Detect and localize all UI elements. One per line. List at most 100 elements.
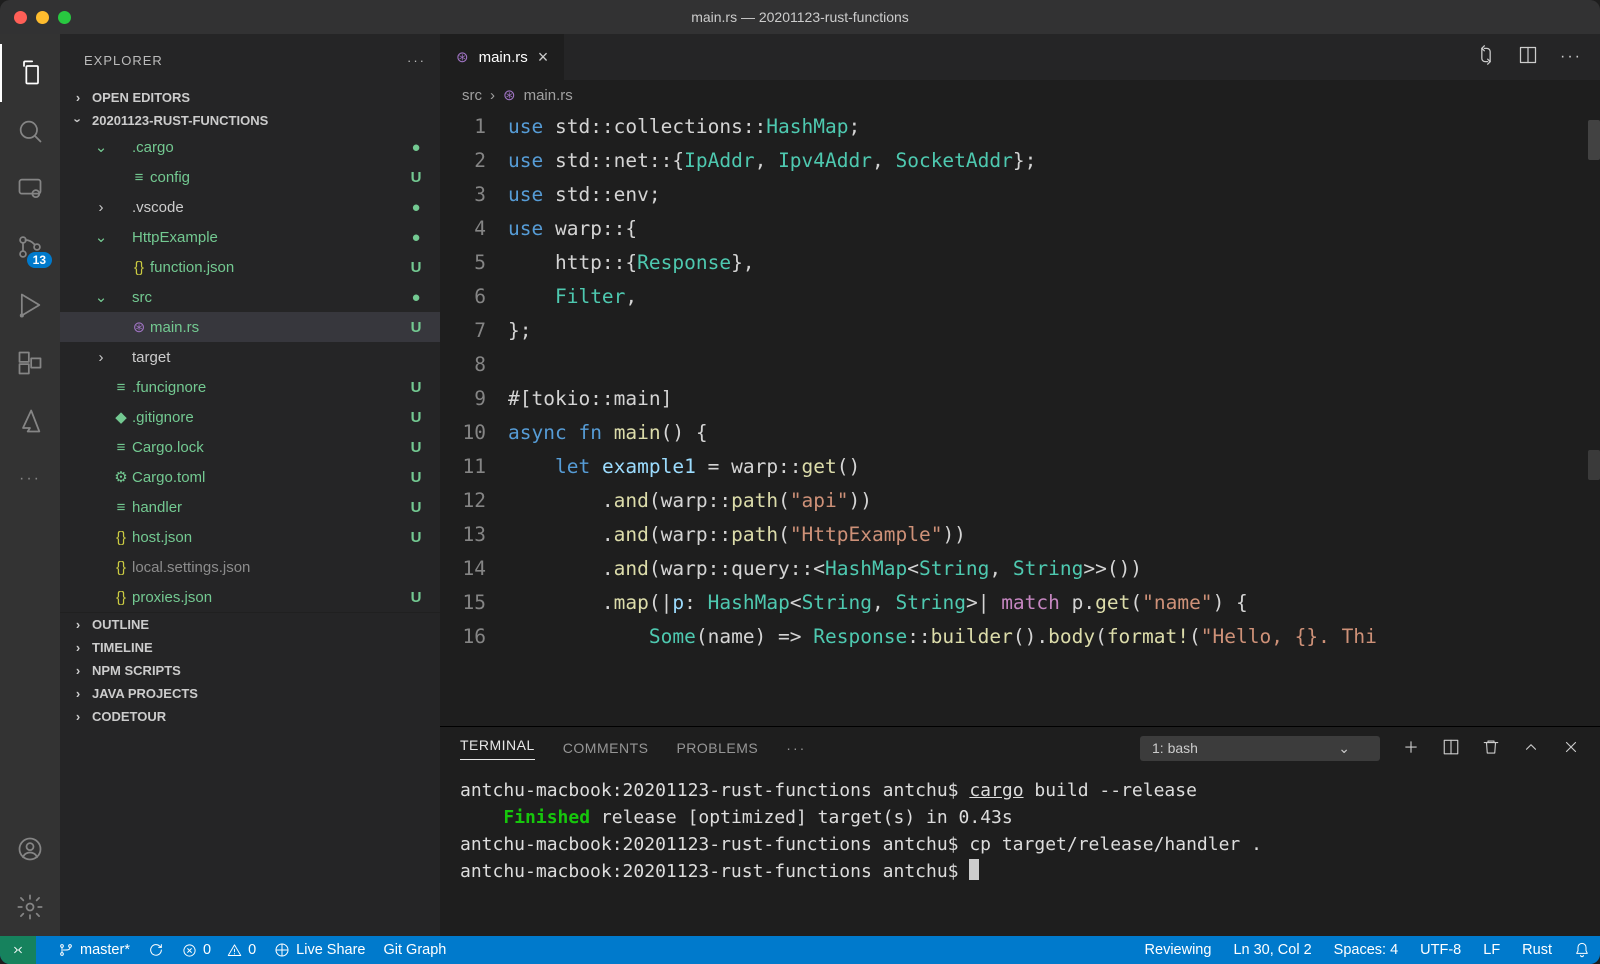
tree-item[interactable]: {}function.jsonU [60,252,440,282]
azure-activity-icon[interactable] [0,392,60,450]
run-debug-activity-icon[interactable] [0,276,60,334]
split-editor-icon[interactable] [1518,45,1538,70]
tree-item[interactable]: ≡configU [60,162,440,192]
git-status-badge: U [406,499,426,516]
chevron-down-icon: › [71,113,86,129]
settings-activity-icon[interactable] [0,878,60,936]
minimap-marker [1588,450,1600,480]
braces-icon: {} [128,259,150,276]
search-activity-icon[interactable] [0,102,60,160]
vscode-window: main.rs — 20201123-rust-functions 13 [0,0,1600,964]
reviewing-status[interactable]: Reviewing [1145,942,1212,958]
explorer-activity-icon[interactable] [0,44,60,102]
modified-dot-icon: ● [406,139,426,156]
maximize-panel-icon[interactable] [1522,738,1540,759]
lines-icon: ≡ [110,499,132,516]
panel-more-icon[interactable]: ··· [786,740,806,756]
npm-scripts-section[interactable]: ›NPM SCRIPTS [60,659,440,682]
git-status-badge: U [406,529,426,546]
tree-item[interactable]: {}host.jsonU [60,522,440,552]
split-terminal-icon[interactable] [1442,738,1460,759]
editor-area: ⊛ main.rs × ··· src › ⊛ main.rs 12345678… [440,34,1600,936]
terminal-selector[interactable]: 1: bash ⌄ [1140,736,1380,761]
tree-item[interactable]: ⊛main.rsU [60,312,440,342]
chevron-right-icon: › [92,199,110,216]
problems-status[interactable]: 0 0 [182,942,256,958]
java-projects-section[interactable]: ›JAVA PROJECTS [60,682,440,705]
lines-icon: ≡ [110,439,132,456]
codetour-section[interactable]: ›CODETOUR [60,705,440,728]
modified-dot-icon: ● [406,199,426,216]
encoding-status[interactable]: UTF-8 [1420,942,1461,958]
problems-tab[interactable]: PROBLEMS [676,740,758,756]
scm-badge: 13 [27,252,52,268]
braces-icon: {} [110,529,132,546]
git-status-badge: U [406,169,426,186]
sidebar-more-icon[interactable]: ··· [407,53,426,68]
breadcrumbs[interactable]: src › ⊛ main.rs [440,80,1600,110]
close-tab-icon[interactable]: × [538,47,549,68]
remote-indicator[interactable] [0,936,36,964]
editor-tab-main-rs[interactable]: ⊛ main.rs × [440,34,565,80]
accounts-activity-icon[interactable] [0,820,60,878]
git-status-badge: U [406,319,426,336]
compare-changes-icon[interactable] [1476,45,1496,70]
new-terminal-icon[interactable] [1402,738,1420,759]
outline-section[interactable]: ›OUTLINE [60,613,440,636]
tree-item[interactable]: › .vscode● [60,192,440,222]
eol-status[interactable]: LF [1483,942,1500,958]
git-branch-status[interactable]: master* [58,942,130,958]
minimap-thumb[interactable] [1588,120,1600,160]
project-section[interactable]: › 20201123-RUST-FUNCTIONS [60,109,440,132]
minimap[interactable] [1586,110,1600,726]
gear-icon: ⚙ [110,468,132,486]
tree-item[interactable]: ⌄HttpExample● [60,222,440,252]
main-area: 13 ··· EXPLORER [0,34,1600,936]
tree-item[interactable]: ≡Cargo.lockU [60,432,440,462]
live-share-status[interactable]: Live Share [274,942,365,958]
timeline-section[interactable]: ›TIMELINE [60,636,440,659]
activity-bar: 13 ··· [0,34,60,936]
tree-item[interactable]: ⚙Cargo.tomlU [60,462,440,492]
close-panel-icon[interactable] [1562,738,1580,759]
tree-item[interactable]: {}local.settings.json [60,552,440,582]
chevron-down-icon: ⌄ [1338,740,1350,757]
git-status-badge: U [406,409,426,426]
kill-terminal-icon[interactable] [1482,738,1500,759]
sync-status[interactable] [148,942,164,958]
tree-item[interactable]: ◆.gitignoreU [60,402,440,432]
terminal-body[interactable]: antchu-macbook:20201123-rust-functions a… [440,769,1600,936]
tree-item-label: target [132,349,426,366]
tree-item[interactable]: ≡.funcignoreU [60,372,440,402]
tree-item-label: Cargo.lock [132,439,406,456]
tree-item[interactable]: ≡handlerU [60,492,440,522]
code-content[interactable]: use std::collections::HashMap; use std::… [508,110,1600,726]
extensions-activity-icon[interactable] [0,334,60,392]
tree-item[interactable]: ⌄.cargo● [60,132,440,162]
sidebar-header: EXPLORER ··· [60,34,440,86]
remote-explorer-activity-icon[interactable] [0,160,60,218]
open-editors-section[interactable]: › OPEN EDITORS [60,86,440,109]
comments-tab[interactable]: COMMENTS [563,740,649,756]
source-control-activity-icon[interactable]: 13 [0,218,60,276]
minimize-window-button[interactable] [36,11,49,24]
code-editor[interactable]: 12345678910111213141516 use std::collect… [440,110,1600,726]
tree-item[interactable]: {}proxies.jsonU [60,582,440,612]
terminal-tab[interactable]: TERMINAL [460,737,535,760]
editor-more-icon[interactable]: ··· [1560,48,1582,66]
tree-item[interactable]: ⌄src● [60,282,440,312]
notifications-icon[interactable] [1574,942,1590,958]
tree-item-label: src [132,289,406,306]
git-graph-status[interactable]: Git Graph [383,942,446,958]
chevron-right-icon: › [490,87,495,104]
cursor-position-status[interactable]: Ln 30, Col 2 [1233,942,1311,958]
maximize-window-button[interactable] [58,11,71,24]
more-activity-icon[interactable]: ··· [0,450,60,508]
language-status[interactable]: Rust [1522,942,1552,958]
indent-status[interactable]: Spaces: 4 [1334,942,1399,958]
chevron-right-icon: › [70,90,86,105]
tree-item-label: .vscode [132,199,406,216]
tree-item[interactable]: ›target [60,342,440,372]
close-window-button[interactable] [14,11,27,24]
braces-icon: {} [110,559,132,576]
